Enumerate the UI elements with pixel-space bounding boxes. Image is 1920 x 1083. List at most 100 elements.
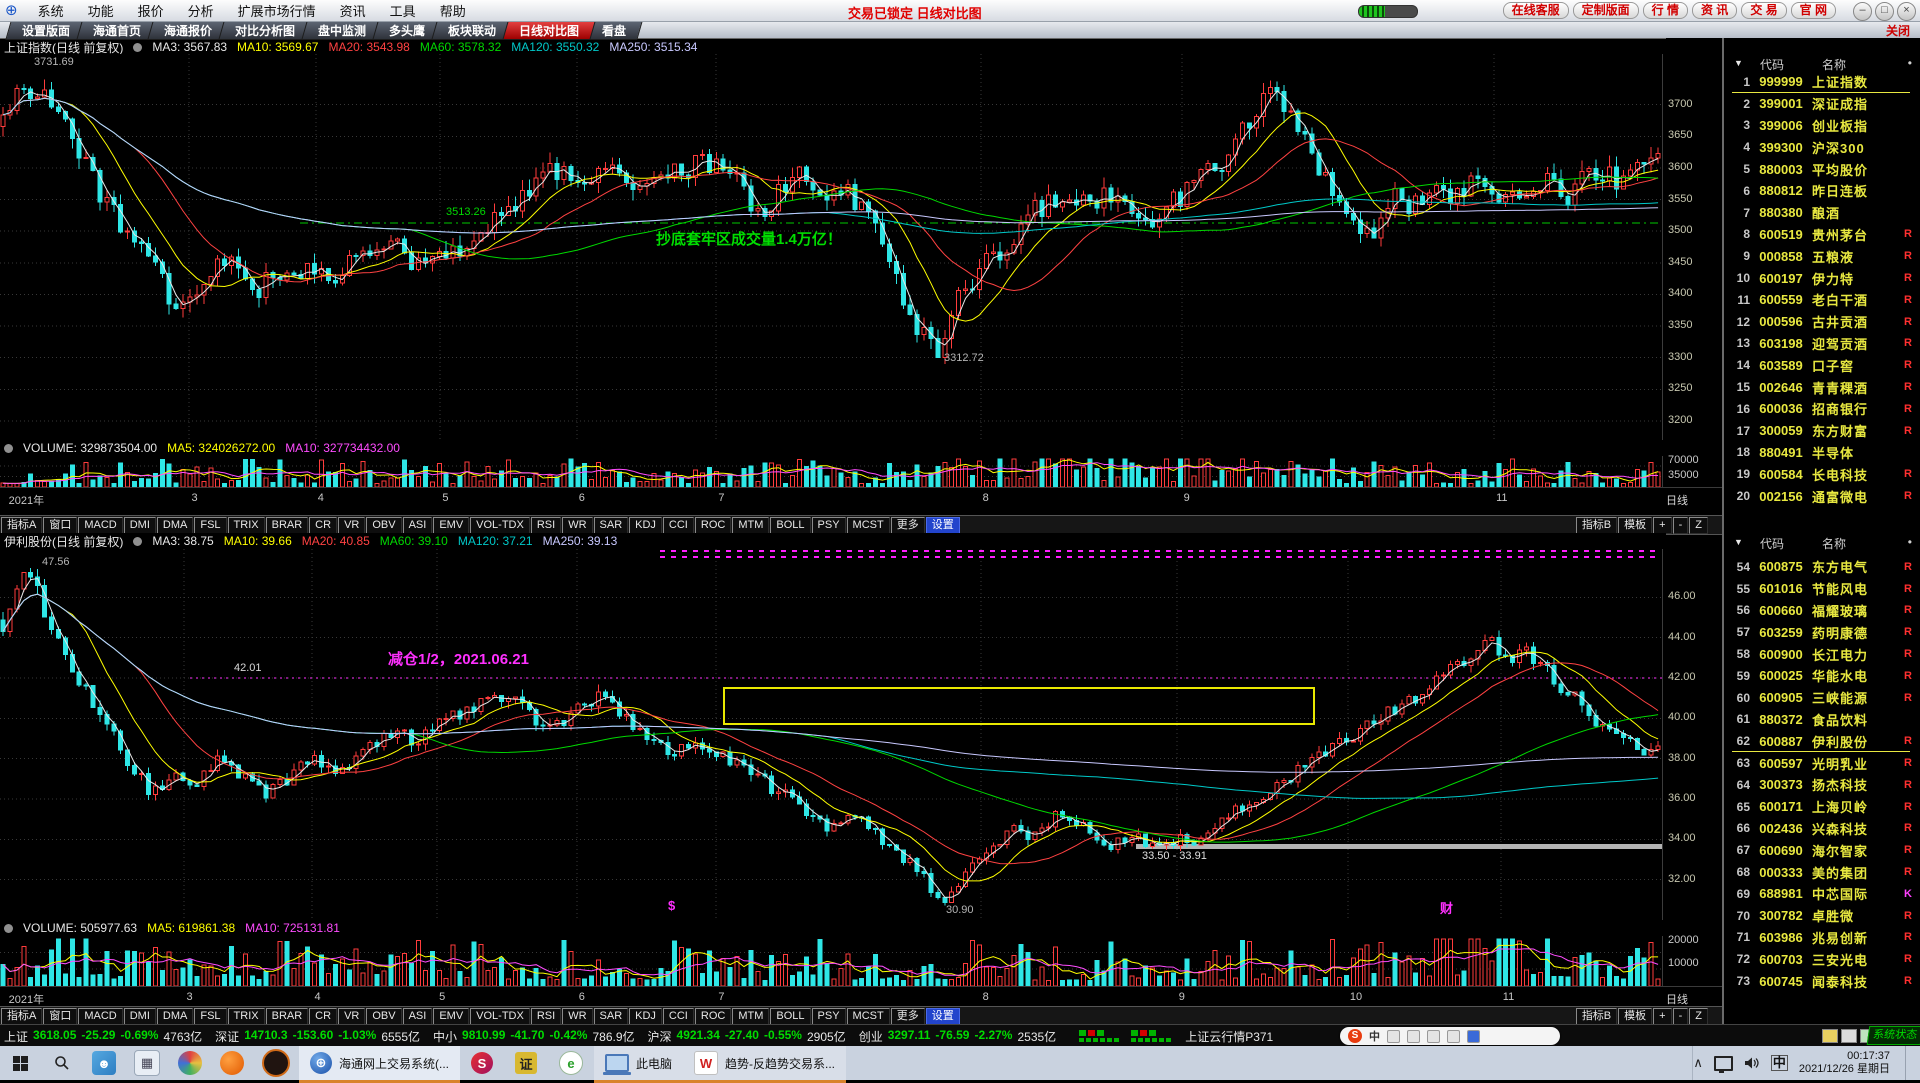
list-item[interactable]: 66002436兴森科技R [1724,818,1920,840]
tab-对比分析图[interactable]: 对比分析图 [218,21,311,40]
tab-板块联动[interactable]: 板块联动 [431,21,512,40]
list-item[interactable]: 63600597光明乳业R [1724,752,1920,774]
calculator-app-icon[interactable]: ▦ [134,1050,160,1076]
system-status-button[interactable]: 系统状态 [1867,1026,1920,1045]
menu-扩展市场行情[interactable]: 扩展市场行情 [226,4,328,19]
indicator-button-指标B[interactable]: 指标B [1576,517,1617,534]
ime-toolbar[interactable]: S 中 [1340,1027,1560,1045]
indicator-button-VR[interactable]: VR [338,517,365,534]
menu-功能[interactable]: 功能 [76,4,126,19]
indicator-button-TRIX[interactable]: TRIX [228,517,265,534]
indicator-button-ROC[interactable]: ROC [695,517,731,534]
dark-app-icon[interactable] [262,1049,290,1077]
chart1-volume-pane[interactable] [0,456,1663,487]
sogou-icon[interactable]: S [1348,1029,1362,1043]
indicator-button-FSL[interactable]: FSL [194,1008,226,1025]
quick-button[interactable]: 定制版面 [1573,2,1639,19]
mini-icon[interactable] [1822,1029,1838,1043]
list-item[interactable]: 10600197伊力特R [1724,267,1920,289]
list-item[interactable]: 70300782卓胜微R [1724,905,1920,927]
indicator-button-VOL-TDX[interactable]: VOL-TDX [470,517,530,534]
sort-arrow-icon[interactable]: ▼ [1734,537,1743,547]
list-item[interactable]: 12000596古井贡酒R [1724,311,1920,333]
indicator-button-设置[interactable]: 设置 [926,1008,960,1025]
clock[interactable]: 00:17:37 2021/12/26 星期日 [1799,1050,1890,1076]
indicator-button-VOL-TDX[interactable]: VOL-TDX [470,1008,530,1025]
indicator-button-PSY[interactable]: PSY [812,517,846,534]
mini-icon[interactable] [1841,1029,1857,1043]
indicator-button-BRAR[interactable]: BRAR [266,1008,309,1025]
indicator-button-RSI[interactable]: RSI [531,517,561,534]
indicator-button-VR[interactable]: VR [338,1008,365,1025]
list-item[interactable]: 61880372食品饮料 [1724,709,1920,731]
indicator-button-MTM[interactable]: MTM [732,1008,769,1025]
list-item[interactable]: 18880491半导体 [1724,442,1920,464]
list-item[interactable]: 59600025华能水电R [1724,665,1920,687]
tab-日线对比图[interactable]: 日线对比图 [502,21,595,40]
taskbar-app-cert-app[interactable]: 证 [504,1046,548,1083]
list-item[interactable]: 17300059东方财富R [1724,420,1920,442]
quick-button[interactable]: 资 讯 [1692,2,1737,19]
indicator-button-模板[interactable]: 模板 [1618,517,1652,534]
menu-分析[interactable]: 分析 [176,4,226,19]
indicator-button-指标A[interactable]: 指标A [1,1008,42,1025]
taskbar-app-this-pc[interactable]: 此电脑 [594,1046,683,1083]
indicator-button-窗口[interactable]: 窗口 [43,1008,77,1025]
quick-button[interactable]: 官 网 [1791,2,1836,19]
indicator-button-OBV[interactable]: OBV [366,517,401,534]
list-item[interactable]: 2399001深证成指 [1724,93,1920,115]
list-item[interactable]: 72600703三安光电R [1724,948,1920,970]
code-column-header[interactable]: 代码 [1760,535,1784,552]
sort-arrow-icon[interactable]: ▼ [1734,58,1743,68]
indicator-button-窗口[interactable]: 窗口 [43,517,77,534]
quick-button[interactable]: 在线客服 [1503,2,1569,19]
indicator-button-模板[interactable]: 模板 [1618,1008,1652,1025]
tab-盘中监测[interactable]: 盘中监测 [301,21,382,40]
search-icon[interactable] [50,1051,74,1075]
indicator-button-TRIX[interactable]: TRIX [228,1008,265,1025]
indicator-button-MACD[interactable]: MACD [78,517,122,534]
ime-indicator[interactable]: 中 [1771,1055,1788,1071]
taskbar-app-trend-app[interactable]: W趋势-反趋势交易系... [683,1046,846,1083]
indicator-button-BOLL[interactable]: BOLL [770,1008,810,1025]
indicator-button--[interactable]: - [1673,1008,1689,1025]
indicator-button-EMV[interactable]: EMV [433,1008,469,1025]
quick-button[interactable]: 行 情 [1643,2,1688,19]
ime-tool-icon[interactable] [1407,1030,1420,1043]
list-item[interactable]: 64300373扬杰科技R [1724,774,1920,796]
list-item[interactable]: 7880380酿酒 [1724,202,1920,224]
close-window-button[interactable]: × [1897,2,1916,21]
indicator-button-MCST[interactable]: MCST [847,1008,890,1025]
indicator-button-设置[interactable]: 设置 [926,517,960,534]
indicator-button-更多[interactable]: 更多 [891,1008,925,1025]
indicator-button-KDJ[interactable]: KDJ [629,517,662,534]
indicator-button--[interactable]: - [1673,517,1689,534]
indicator-button-BRAR[interactable]: BRAR [266,517,309,534]
list-item[interactable]: 16600036招商银行R [1724,398,1920,420]
tab-海通报价[interactable]: 海通报价 [147,21,228,40]
ime-mode-label[interactable]: 中 [1369,1028,1380,1044]
indicator-button-MTM[interactable]: MTM [732,517,769,534]
indicator-button-CR[interactable]: CR [309,1008,337,1025]
indicator-button-CR[interactable]: CR [309,517,337,534]
tab-海通首页[interactable]: 海通首页 [76,21,157,40]
indicator-button-ROC[interactable]: ROC [695,1008,731,1025]
quick-button[interactable]: 交 易 [1741,2,1786,19]
indicator-button-FSL[interactable]: FSL [194,517,226,534]
speaker-icon[interactable] [1744,1056,1760,1070]
list-item[interactable]: 11600559老白干酒R [1724,289,1920,311]
list-item[interactable]: 6880812昨日连板 [1724,180,1920,202]
list-item[interactable]: 67600690海尔智家R [1724,839,1920,861]
indicator-button-DMI[interactable]: DMI [124,1008,156,1025]
ime-tool-icon[interactable] [1447,1030,1460,1043]
list-item[interactable]: 5880003平均股价 [1724,158,1920,180]
list-item[interactable]: 54600875东方电气R [1724,556,1920,578]
name-column-header[interactable]: 名称 [1822,535,1846,552]
indicator-button-更多[interactable]: 更多 [891,517,925,534]
indicator-button-DMA[interactable]: DMA [157,517,193,534]
show-desktop-button[interactable] [1905,1046,1910,1080]
indicator-button-Z[interactable]: Z [1689,517,1708,534]
list-item[interactable]: 3399006创业板指 [1724,115,1920,137]
start-button[interactable] [13,1056,28,1071]
list-item[interactable]: 55601016节能风电R [1724,578,1920,600]
